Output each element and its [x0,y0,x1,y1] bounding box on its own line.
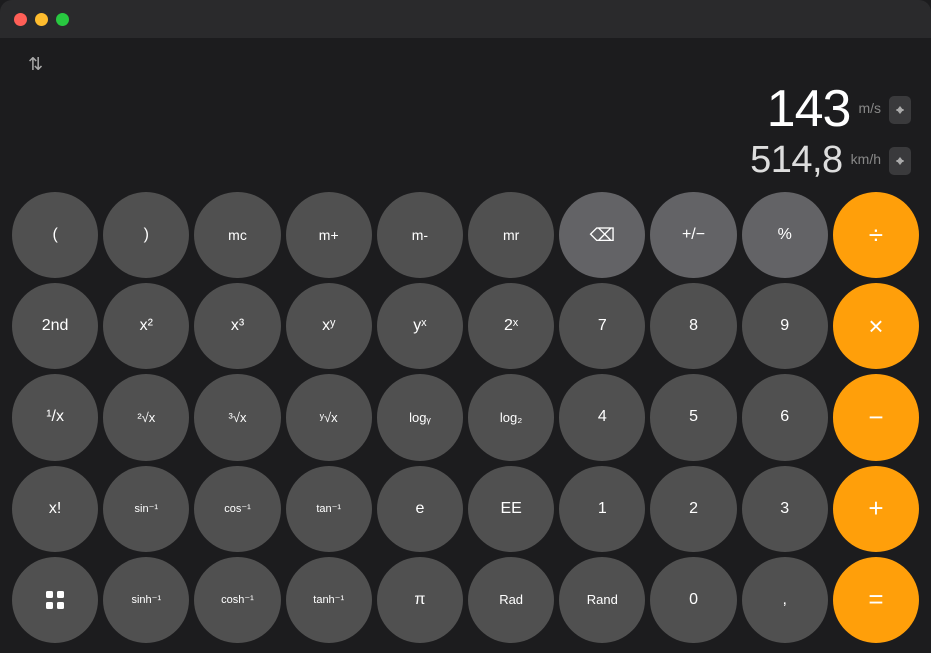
button-cosh--[interactable]: cosh⁻¹ [194,557,280,643]
buttons-area: ()mcm+m-mr⌫+/−%÷ 2ndx²x³xʸyˣ2ˣ789× ¹/x²√x³… [0,188,931,653]
secondary-display-row: 514,8 km/h [750,140,911,182]
main-display-value: 143 [767,81,851,138]
button-3[interactable]: 3 [742,466,828,552]
sort-icon[interactable]: ⇅ [20,50,51,79]
button--[interactable]: ⌫ [559,192,645,278]
button-9[interactable]: 9 [742,283,828,369]
main-unit-label: m/s [858,100,881,116]
main-display-row: 143 m/s [767,81,911,138]
close-button[interactable] [14,13,27,26]
button-log-[interactable]: logᵧ [377,374,463,460]
button-7[interactable]: 7 [559,283,645,369]
button-tan--[interactable]: tan⁻¹ [286,466,372,552]
button--[interactable]: − [833,374,919,460]
secondary-unit-stepper[interactable] [889,147,911,175]
button-mr[interactable]: mr [468,192,554,278]
button---x[interactable]: ³√x [194,374,280,460]
button-mc[interactable]: mc [194,192,280,278]
minimize-button[interactable] [35,13,48,26]
button---x[interactable]: ²√x [103,374,189,460]
button-0[interactable]: 0 [650,557,736,643]
button--[interactable]: × [833,283,919,369]
button-m-[interactable]: m- [377,192,463,278]
button-grid: ()mcm+m-mr⌫+/−%÷ 2ndx²x³xʸyˣ2ˣ789× ¹/x²√x³… [12,192,919,643]
button--[interactable]: ) [103,192,189,278]
button----[interactable]: +/− [650,192,736,278]
button-e[interactable]: e [377,466,463,552]
button-Rand[interactable]: Rand [559,557,645,643]
button--[interactable]: = [833,557,919,643]
button-2-[interactable]: 2ˣ [468,283,554,369]
secondary-display-value: 514,8 [750,140,843,182]
button-x-[interactable]: x² [103,283,189,369]
button-4[interactable]: 4 [559,374,645,460]
button-log-[interactable]: log₂ [468,374,554,460]
button-6[interactable]: 6 [742,374,828,460]
button-1[interactable]: 1 [559,466,645,552]
button-x-[interactable]: xʸ [286,283,372,369]
secondary-unit-label: km/h [851,151,881,167]
display-area: ⇅ 143 m/s 514,8 km/h [0,38,931,188]
button-x-[interactable]: x³ [194,283,280,369]
button---x[interactable]: ʸ√x [286,374,372,460]
button-tanh--[interactable]: tanh⁻¹ [286,557,372,643]
button-5[interactable]: 5 [650,374,736,460]
button-EE[interactable]: EE [468,466,554,552]
button--[interactable]: % [742,192,828,278]
button-y-[interactable]: yˣ [377,283,463,369]
button--[interactable] [12,557,98,643]
button-2[interactable]: 2 [650,466,736,552]
titlebar [0,0,931,38]
button--[interactable]: , [742,557,828,643]
button-x-[interactable]: x! [12,466,98,552]
button-sinh--[interactable]: sinh⁻¹ [103,557,189,643]
button---x[interactable]: ¹/x [12,374,98,460]
button--[interactable]: π [377,557,463,643]
button-sin--[interactable]: sin⁻¹ [103,466,189,552]
button-m-[interactable]: m+ [286,192,372,278]
button--[interactable]: ( [12,192,98,278]
button-Rad[interactable]: Rad [468,557,554,643]
maximize-button[interactable] [56,13,69,26]
button--[interactable]: + [833,466,919,552]
button--[interactable]: ÷ [833,192,919,278]
button-2nd[interactable]: 2nd [12,283,98,369]
button-cos--[interactable]: cos⁻¹ [194,466,280,552]
main-unit-stepper[interactable] [889,96,911,124]
button-8[interactable]: 8 [650,283,736,369]
